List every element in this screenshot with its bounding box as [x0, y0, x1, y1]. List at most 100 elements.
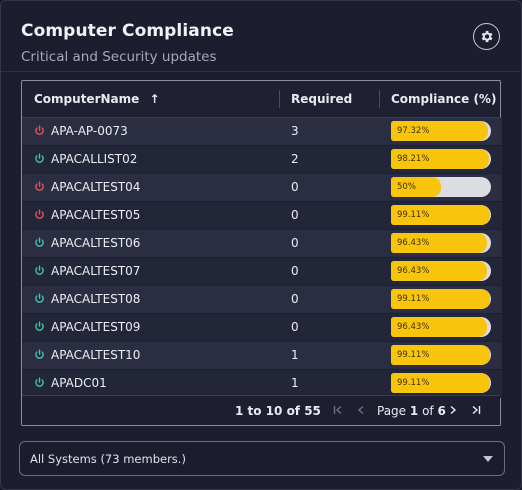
power-icon: [35, 377, 44, 387]
table-header-row: ComputerName ↑ Required Compliance (%): [22, 81, 502, 118]
required-count: 0: [291, 236, 299, 250]
compliance-bar: 96.43%: [391, 261, 491, 281]
table-row[interactable]: APACALTEST08 0 99.11%: [22, 285, 502, 314]
cell-compliance: 50%: [379, 173, 502, 202]
table-row[interactable]: APACALTEST10 1 99.11%: [22, 341, 502, 370]
required-count: 0: [291, 320, 299, 334]
required-count: 1: [291, 348, 299, 362]
compliance-value: 96.43%: [397, 238, 430, 248]
compliance-value: 96.43%: [397, 266, 430, 276]
cell-compliance: 96.43%: [379, 313, 502, 342]
cell-compliance: 99.11%: [379, 201, 502, 230]
column-header-computername[interactable]: ComputerName ↑: [22, 81, 279, 118]
power-icon: [35, 237, 44, 247]
computer-name: APACALTEST08: [51, 292, 141, 306]
systems-group-select[interactable]: All Systems (73 members.): [19, 441, 505, 476]
cell-required: 0: [279, 173, 379, 202]
table-row[interactable]: APADC01 1 99.11%: [22, 369, 502, 398]
compliance-bar: 99.11%: [391, 373, 491, 393]
pagination-bar: 1 to 10 of 55 Page 1 of 6: [22, 395, 500, 425]
table-row[interactable]: APACALTEST07 0 96.43%: [22, 257, 502, 286]
column-header-required[interactable]: Required: [279, 81, 379, 118]
cell-required: 2: [279, 145, 379, 174]
settings-button[interactable]: [473, 23, 500, 50]
widget-subtitle: Critical and Security updates: [21, 49, 217, 65]
cell-computer-name: APA-AP-0073: [22, 117, 279, 146]
required-count: 2: [291, 152, 299, 166]
cell-compliance: 99.11%: [379, 341, 502, 370]
cell-compliance: 99.11%: [379, 369, 502, 398]
power-icon: [35, 125, 44, 135]
cell-required: 1: [279, 341, 379, 370]
compliance-value: 96.43%: [397, 322, 430, 332]
cell-compliance: 98.21%: [379, 145, 502, 174]
compliance-grid: ComputerName ↑ Required Compliance (%) A…: [21, 80, 502, 426]
computer-name: APACALLIST02: [51, 152, 138, 166]
last-page-button[interactable]: [469, 403, 483, 417]
header-divider: [1, 71, 521, 72]
next-page-icon: [450, 405, 457, 415]
compliance-value: 99.11%: [397, 294, 430, 304]
table-row[interactable]: APA-AP-0073 3 97.32%: [22, 117, 502, 146]
computer-name: APA-AP-0073: [51, 124, 128, 138]
cell-computer-name: APADC01: [22, 369, 279, 398]
cell-required: 0: [279, 313, 379, 342]
required-count: 1: [291, 376, 299, 390]
compliance-bar: 99.11%: [391, 289, 491, 309]
page-of: of: [422, 404, 434, 418]
cell-compliance: 96.43%: [379, 229, 502, 258]
power-icon: [35, 153, 44, 163]
table-row[interactable]: APACALTEST05 0 99.11%: [22, 201, 502, 230]
table-row[interactable]: APACALTEST06 0 96.43%: [22, 229, 502, 258]
first-page-icon: [333, 405, 342, 415]
compliance-bar: 96.43%: [391, 317, 491, 337]
compliance-bar: 99.11%: [391, 205, 491, 225]
computer-name: APADC01: [51, 376, 107, 390]
table-row[interactable]: APACALTEST09 0 96.43%: [22, 313, 502, 342]
compliance-value: 99.11%: [397, 378, 430, 388]
column-header-label: Required: [291, 91, 353, 106]
page-current: 1: [409, 404, 419, 418]
table-row[interactable]: APACALLIST02 2 98.21%: [22, 145, 502, 174]
power-icon: [35, 265, 44, 275]
table-row[interactable]: APACALTEST04 0 50%: [22, 173, 502, 202]
computer-name: APACALTEST05: [51, 208, 141, 222]
widget-title: Computer Compliance: [21, 21, 234, 41]
computer-name: APACALTEST04: [51, 180, 141, 194]
first-page-button[interactable]: [331, 403, 345, 417]
last-page-icon: [472, 405, 481, 415]
cell-computer-name: APACALTEST08: [22, 285, 279, 314]
compliance-value: 98.21%: [397, 154, 430, 164]
cell-computer-name: APACALTEST10: [22, 341, 279, 370]
compliance-table: ComputerName ↑ Required Compliance (%) A…: [22, 81, 502, 398]
cell-required: 0: [279, 285, 379, 314]
prev-page-button[interactable]: [354, 403, 368, 417]
next-page-button[interactable]: [446, 403, 460, 417]
cell-required: 1: [279, 369, 379, 398]
cell-compliance: 96.43%: [379, 257, 502, 286]
compliance-bar: 99.11%: [391, 345, 491, 365]
row-range-summary: 1 to 10 of 55: [235, 404, 321, 418]
widget-header: Computer Compliance Critical and Securit…: [21, 21, 234, 65]
cell-compliance: 99.11%: [379, 285, 502, 314]
computer-name: APACALTEST10: [51, 348, 141, 362]
computer-name: APACALTEST06: [51, 236, 141, 250]
cell-required: 3: [279, 117, 379, 146]
column-header-label: ComputerName: [34, 91, 140, 106]
computer-name: APACALTEST07: [51, 264, 141, 278]
compliance-value: 97.32%: [397, 126, 430, 136]
cell-computer-name: APACALTEST04: [22, 173, 279, 202]
cell-computer-name: APACALLIST02: [22, 145, 279, 174]
systems-group-value: All Systems (73 members.): [30, 452, 186, 466]
computer-compliance-widget: Computer Compliance Critical and Securit…: [0, 0, 522, 490]
compliance-value: 99.11%: [397, 210, 430, 220]
power-icon: [35, 321, 44, 331]
column-header-compliance[interactable]: Compliance (%): [379, 81, 502, 118]
power-icon: [35, 349, 44, 359]
sort-ascending-icon: ↑: [149, 91, 160, 106]
cell-computer-name: APACALTEST07: [22, 257, 279, 286]
compliance-value: 99.11%: [397, 350, 430, 360]
chevron-down-icon: [483, 456, 493, 462]
page-prefix: Page: [377, 404, 407, 418]
required-count: 0: [291, 292, 299, 306]
